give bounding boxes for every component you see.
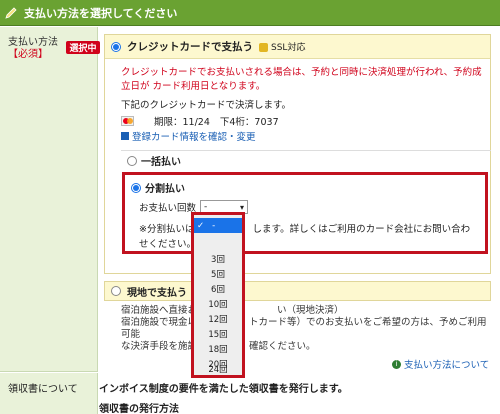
dropdown-option[interactable]: 5回 xyxy=(194,266,242,281)
card-last4: 下4桁：7037 xyxy=(219,117,279,128)
credit-notice: クレジットカードでお支払いされる場合は、予約と同時に決済処理が行われ、予約成立日… xyxy=(121,67,482,92)
onsite-payment-title: 現地で支払う xyxy=(127,287,187,299)
dropdown-option[interactable]: 10回 xyxy=(194,296,242,311)
lock-icon xyxy=(259,43,268,52)
ssl-label: SSL対応 xyxy=(271,43,306,53)
receipt-line2: 領収書の発行方法 xyxy=(99,404,179,414)
dropdown-option[interactable]: 15回 xyxy=(194,326,242,341)
installment-header[interactable]: 分割払い xyxy=(131,180,185,195)
lump-sum-radio[interactable] xyxy=(127,155,137,166)
pencil-icon xyxy=(0,0,22,26)
installment-option: 分割払い お支払い回数 - ▾ ※分割払いは します。詳しくはご利用のカード会社… xyxy=(122,172,488,254)
credit-card-title: クレジットカードで支払う xyxy=(127,41,253,53)
about-payment-link-text[interactable]: 支払い方法について xyxy=(404,357,489,371)
dropdown-option[interactable]: 6回 xyxy=(194,281,242,296)
required-label: 【必須】 xyxy=(8,49,48,60)
payment-times-value: - xyxy=(204,202,208,212)
receipt-label: 領収書について xyxy=(8,384,78,395)
decide-text: 下記のクレジットカードで決済します。 xyxy=(121,100,292,111)
onsite-line3-b: 確認ください。 xyxy=(249,341,316,352)
register-card-link-text[interactable]: 登録カード情報を確認・変更 xyxy=(132,129,256,143)
receipt-label-cell: 領収書について xyxy=(0,373,98,414)
installment-note-start: ※分割払いは xyxy=(139,224,195,235)
payment-label-cell: 支払い方法 【必須】 xyxy=(0,27,98,372)
installment-radio[interactable] xyxy=(131,182,141,193)
section-header: 支払い方法を選択してください xyxy=(0,0,500,26)
onsite-payment-option[interactable]: 現地で支払う xyxy=(104,281,491,301)
info-icon: i xyxy=(392,359,401,369)
onsite-line2-a: 宿泊施設で現金以 xyxy=(121,317,198,328)
credit-card-header[interactable]: クレジットカードで支払う SSL対応 xyxy=(105,35,490,59)
lump-sum-label: 一括払い xyxy=(141,157,181,168)
dropdown-option[interactable]: 3回 xyxy=(194,251,242,266)
dropdown-option[interactable]: ✓ - xyxy=(194,218,242,233)
dropdown-option[interactable]: 18回 xyxy=(194,341,242,356)
dropdown-option[interactable]: 12回 xyxy=(194,311,242,326)
check-icon: ✓ xyxy=(197,220,205,231)
card-icon xyxy=(121,132,129,140)
installment-label: 分割払い xyxy=(145,184,185,195)
chevron-down-icon: ▾ xyxy=(240,202,245,212)
receipt-content: インボイス制度の要件を満たした領収書を発行します。 領収書の発行方法 xyxy=(99,373,500,414)
register-card-link[interactable]: 登録カード情報を確認・変更 xyxy=(121,129,256,143)
payment-times-dropdown[interactable]: ✓ - 3回 5回 6回 10回 12回 15回 18回 20回 24回 xyxy=(191,212,245,378)
mastercard-icon xyxy=(121,116,134,126)
onsite-line1-b: い（現地決済） xyxy=(277,305,344,316)
dropdown-option[interactable]: 24回 xyxy=(194,361,242,376)
payment-times-label: お支払い回数 xyxy=(139,203,197,214)
card-expiry: 期限：11/24 xyxy=(154,117,210,128)
receipt-line1: インボイス制度の要件を満たした領収書を発行します。 xyxy=(99,384,348,395)
onsite-payment-radio[interactable] xyxy=(111,286,121,296)
card-info: 期限：11/24 下4桁：7037 xyxy=(121,114,279,128)
dropdown-option-label: - xyxy=(212,220,216,231)
onsite-line1-a: 宿泊施設へ直接お xyxy=(121,305,198,316)
onsite-payment-text: 宿泊施設へ直接お い（現地決済） 宿泊施設で現金以 トカード等）でのお支払いをご希望… xyxy=(121,305,491,353)
installment-note: ※分割払いは します。詳しくはご利用のカード会社にお問い合わせください。 xyxy=(139,222,479,252)
about-payment-link[interactable]: i 支払い方法について xyxy=(392,357,489,371)
selected-badge: 選択中 xyxy=(66,41,100,54)
onsite-line3-a: な決済手段を施設 xyxy=(121,341,198,352)
credit-card-radio[interactable] xyxy=(111,41,121,52)
section-title: 支払い方法を選択してください xyxy=(24,6,178,20)
lump-sum-option[interactable]: 一括払い xyxy=(121,150,491,170)
